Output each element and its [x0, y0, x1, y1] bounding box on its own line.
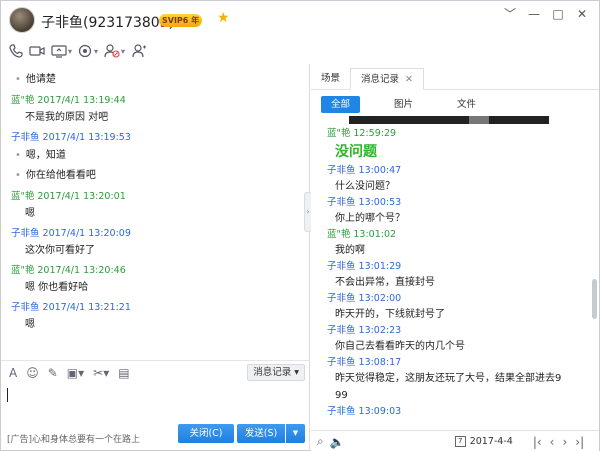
history-header: 蓝"艳 13:01:02: [327, 229, 397, 240]
message-body: 嗯: [25, 319, 35, 330]
send-options-button[interactable]: ▼: [286, 424, 305, 443]
message-header: 子非鱼 2017/4/1 13:19:53: [11, 132, 131, 143]
bullet-icon: •: [15, 170, 21, 181]
history-body: 昨天开的，下线就封号了: [335, 309, 445, 320]
history-body: 昨天觉得稳定，这朋友还玩了大号，结果全部进去9: [335, 373, 562, 384]
chevron-down-icon[interactable]: ▾: [94, 47, 98, 56]
message-text: 嗯，知道: [25, 150, 66, 161]
chat-toolbar: ▾ ▾ ▾: [1, 38, 599, 64]
filter-all[interactable]: 全部: [321, 95, 361, 113]
send-button[interactable]: 发送(S): [237, 424, 285, 443]
history-header: 子非鱼 13:02:00: [327, 293, 402, 304]
message-text: 他请楚: [25, 74, 56, 85]
page-nav: |‹ ‹ › ›|: [533, 435, 584, 449]
font-icon[interactable]: A: [9, 366, 17, 380]
message-list[interactable]: • 他请楚蓝"艳 2017/4/1 13:19:44 不是我的原因 对吧子非鱼 20…: [1, 64, 309, 354]
prev-page-icon[interactable]: ‹: [550, 435, 555, 449]
scissors-icon[interactable]: ✂▾: [93, 366, 109, 380]
message-history-button[interactable]: 消息记录 ▾: [247, 364, 305, 381]
pen-icon[interactable]: ✎: [48, 366, 58, 380]
tab-scene[interactable]: 场景: [311, 68, 350, 90]
date-label: 2017-4-4: [469, 436, 513, 447]
video-icon[interactable]: [29, 41, 45, 61]
minimize-icon[interactable]: —: [525, 6, 543, 22]
next-page-icon[interactable]: ›: [562, 435, 567, 449]
chat-pane: • 他请楚蓝"艳 2017/4/1 13:19:44 不是我的原因 对吧子非鱼 20…: [1, 64, 312, 451]
calendar-icon: 7: [454, 436, 466, 447]
message-header: 子非鱼 2017/4/1 13:20:09: [11, 228, 131, 239]
message-body: • 嗯，知道: [11, 146, 309, 166]
title-bar[interactable]: 子非鱼(923173805) SVIP6 年 ★ ﹀ — □ ✕: [1, 1, 599, 37]
emoji-icon[interactable]: ☺: [26, 366, 39, 380]
avatar[interactable]: [9, 7, 35, 33]
history-tabs: 场景 消息记录 ✕: [311, 68, 599, 90]
speaker-icon[interactable]: 🔈: [330, 435, 345, 449]
message-body: 这次你可看好了: [25, 245, 95, 256]
history-body: 什么没问题？: [335, 181, 395, 192]
bullet-icon: •: [15, 74, 21, 85]
history-body: 没问题: [335, 144, 377, 160]
filter-images[interactable]: 图片: [384, 96, 423, 113]
history-body: 你上的哪个号？: [335, 213, 405, 224]
remote-assist-icon[interactable]: ▾: [78, 41, 98, 61]
last-page-icon[interactable]: ›|: [575, 435, 584, 449]
window-controls: ﹀ — □ ✕: [501, 6, 591, 22]
contact-title: 子非鱼(923173805): [41, 15, 175, 31]
message-input[interactable]: [1, 384, 309, 424]
message-text: 你在给他看看吧: [25, 170, 96, 181]
history-filters: 全部 图片 文件: [311, 94, 599, 114]
maximize-icon[interactable]: □: [549, 6, 567, 22]
chevron-down-icon[interactable]: ▾: [68, 47, 72, 56]
history-header: 子非鱼 13:00:53: [327, 197, 402, 208]
history-body: 不会出异常，直接封号: [335, 277, 435, 288]
history-header: 子非鱼 13:02:23: [327, 325, 402, 336]
history-list[interactable]: 蓝"艳 12:59:29 没问题子非鱼 13:00:47 什么没问题？ 子非鱼 13:…: [311, 126, 589, 426]
message-header: 蓝"艳 2017/4/1 13:19:44: [11, 95, 126, 106]
bullet-icon: •: [15, 150, 21, 161]
more-icon[interactable]: [131, 41, 147, 61]
archive-icon[interactable]: ▤: [118, 366, 129, 380]
close-icon[interactable]: ✕: [573, 6, 591, 22]
message-body: • 他请楚: [11, 70, 309, 90]
star-icon[interactable]: ★: [217, 10, 230, 26]
tab-message-history[interactable]: 消息记录 ✕: [350, 68, 424, 90]
message-body: 嗯 你也看好哈: [25, 282, 89, 293]
screen-share-icon[interactable]: ▾: [51, 41, 72, 61]
first-page-icon[interactable]: |‹: [533, 435, 542, 449]
message-header: 蓝"艳 2017/4/1 13:20:46: [11, 265, 126, 276]
message-body: • 你在给他看看吧: [11, 166, 309, 186]
close-button[interactable]: 关闭(C): [178, 424, 234, 443]
add-member-icon[interactable]: ▾: [104, 41, 125, 61]
ad-text[interactable]: [广告]心和身体总要有一个在路上: [7, 432, 140, 445]
scrollbar[interactable]: [592, 279, 597, 319]
history-footer: ⌕ 🔈 7 2017-4-4 |‹ ‹ › ›|: [311, 430, 599, 451]
qq-chat-window: 子非鱼(923173805) SVIP6 年 ★ ﹀ — □ ✕ ▾ ▾ ▾ •…: [0, 0, 600, 451]
svip-badge[interactable]: SVIP6 年: [159, 14, 203, 27]
history-body: 99: [335, 390, 348, 401]
message-body: 嗯: [25, 208, 35, 219]
phone-icon[interactable]: [9, 41, 23, 61]
filter-files[interactable]: 文件: [447, 96, 486, 113]
history-header: 蓝"艳 12:59:29: [327, 128, 397, 139]
chevron-down-icon[interactable]: ▾: [121, 47, 125, 56]
history-body: 你自己去看看昨天的内几个号: [335, 341, 465, 352]
input-toolbar: A ☺ ✎ ▣▾ ✂▾ ▤ 消息记录 ▾: [1, 360, 309, 384]
history-header: 子非鱼 13:01:29: [327, 261, 402, 272]
search-icon[interactable]: ⌕: [317, 434, 324, 449]
image-icon[interactable]: ▣▾: [67, 366, 84, 380]
close-icon[interactable]: ✕: [405, 74, 413, 85]
history-body: 我的啊: [335, 245, 365, 256]
message-header: 子非鱼 2017/4/1 13:21:21: [11, 302, 131, 313]
image-preview[interactable]: [349, 116, 549, 124]
history-header: 子非鱼 13:08:17: [327, 357, 402, 368]
history-header: 子非鱼 13:00:47: [327, 165, 402, 176]
history-pane: 场景 消息记录 ✕ 全部 图片 文件 蓝"艳 12:59:29 没问题子非鱼 13:…: [311, 64, 599, 451]
history-header: 子非鱼 13:09:03: [327, 406, 402, 417]
message-body: 不是我的原因 对吧: [25, 112, 109, 123]
message-header: 蓝"艳 2017/4/1 13:20:01: [11, 191, 126, 202]
chevron-down-icon[interactable]: ﹀: [501, 6, 519, 22]
text-cursor: [7, 388, 8, 402]
date-picker[interactable]: 7 2017-4-4: [454, 436, 513, 447]
